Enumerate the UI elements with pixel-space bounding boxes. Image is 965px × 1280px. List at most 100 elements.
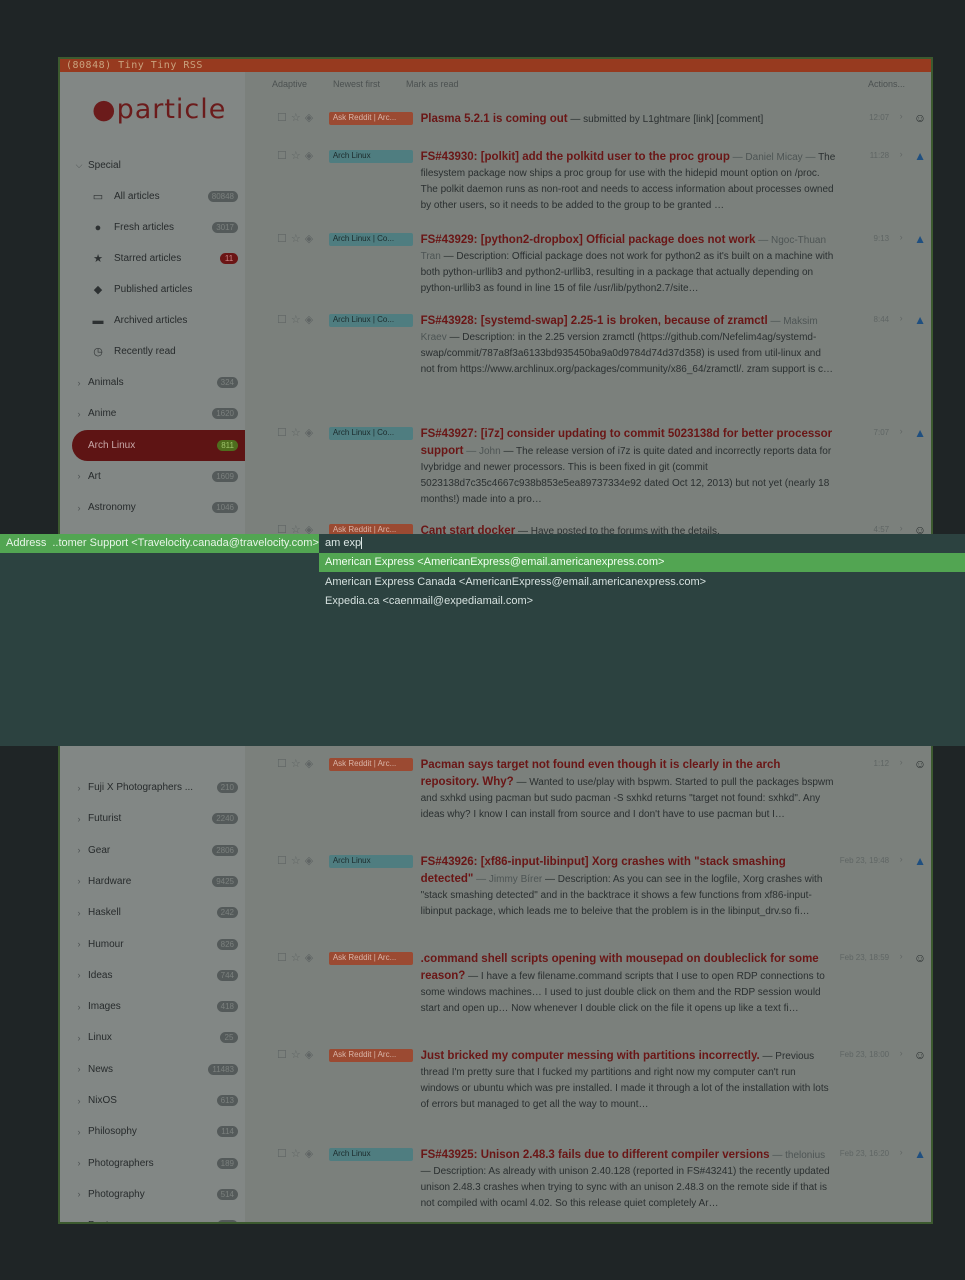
article-title[interactable]: Just bricked my computer messing with pa…	[421, 1050, 760, 1062]
tag-icon[interactable]: ◈	[305, 313, 313, 378]
special-item[interactable]: ◆ Published articles	[72, 274, 245, 305]
checkbox[interactable]: ☐	[277, 313, 287, 378]
feed-category[interactable]: › Futurist 2240	[72, 803, 245, 834]
special-item[interactable]: ▬ Archived articles	[72, 305, 245, 336]
feed-tag[interactable]: Arch Linux | Co...	[328, 314, 413, 327]
feed-tag[interactable]: Ask Reddit | Arc...	[328, 758, 413, 771]
feed-tag[interactable]: Arch Linux	[328, 1148, 413, 1161]
article-row[interactable]: ☐ ☆ ◈ Ask Reddit | Arc... .command shell scr…	[245, 951, 931, 1017]
article-title[interactable]: FS#43929: [python2-dropbox] Official pac…	[421, 234, 756, 246]
article-row[interactable]: ☐ ☆ ◈ Ask Reddit | Arc... Just bricked my co…	[245, 1048, 931, 1113]
article-row[interactable]: ☐ ☆ ◈ Arch Linux FS#43930: [polkit] add the …	[245, 149, 931, 214]
article-author: — Daniel Micay —	[732, 152, 816, 163]
article-row[interactable]: ☐ ☆ ◈ Arch Linux FS#43925: Unison 2.48.3 fai…	[245, 1147, 931, 1212]
feed-category[interactable]: › Photographers 189	[72, 1148, 245, 1179]
checkbox[interactable]: ☐	[277, 1048, 287, 1113]
star-icon[interactable]: ☆	[291, 149, 301, 214]
feed-label: Fuji X Photographers ...	[88, 782, 194, 793]
article-title[interactable]: FS#43930: [polkit] add the polkitd user …	[421, 151, 730, 163]
checkbox[interactable]: ☐	[277, 426, 287, 508]
checkbox[interactable]: ☐	[277, 149, 287, 214]
feed-category[interactable]: › Anime 1620	[72, 398, 245, 429]
chevron-right-icon: ›	[77, 907, 81, 918]
star-icon[interactable]: ☆	[291, 111, 301, 128]
feed-tag[interactable]: Arch Linux	[328, 150, 413, 163]
special-item[interactable]: ◷ Recently read	[72, 336, 245, 367]
feed-category[interactable]: ›Poetry269	[72, 1210, 245, 1222]
category-special[interactable]: ⌵ Special	[72, 150, 245, 181]
feed-category[interactable]: › Astronomy 1046	[72, 492, 245, 523]
tag-icon[interactable]: ◈	[305, 854, 313, 920]
star-icon[interactable]: ☆	[291, 757, 301, 823]
unread-count-badge: 9425	[212, 875, 238, 887]
tag-icon[interactable]: ◈	[305, 757, 313, 823]
address-suggestion[interactable]: American Express <AmericanExpress@email.…	[319, 553, 965, 572]
adaptive-toggle[interactable]: Adaptive	[272, 79, 307, 89]
article-row[interactable]: ☐ ☆ ◈ Arch Linux FS#43926: [xf86-input-libin…	[245, 854, 931, 920]
feed-tag[interactable]: Ask Reddit | Arc...	[328, 1049, 413, 1062]
article-row[interactable]: ☐ ☆ ◈ Ask Reddit | Arc... Pacman says target…	[245, 757, 931, 823]
star-icon[interactable]: ☆	[291, 426, 301, 508]
tag-icon[interactable]: ◈	[305, 1147, 313, 1212]
feed-category[interactable]: Arch Linux 811	[72, 429, 245, 461]
star-icon[interactable]: ☆	[291, 1048, 301, 1113]
star-icon[interactable]: ☆	[291, 951, 301, 1017]
address-suggestion[interactable]: American Express Canada <AmericanExpress…	[319, 573, 965, 592]
article-row[interactable]: ☐ ☆ ◈ Arch Linux | Co... FS#43929: [python2-…	[245, 232, 931, 297]
unread-count-badge: 114	[217, 1126, 238, 1138]
address-suggestion[interactable]: Expedia.ca <caenmail@expediamail.com>	[319, 592, 965, 611]
feed-category[interactable]: › Haskell 242	[72, 897, 245, 928]
star-icon[interactable]: ☆	[291, 854, 301, 920]
checkbox[interactable]: ☐	[277, 1147, 287, 1212]
article-title[interactable]: FS#43928: [systemd-swap] 2.25-1 is broke…	[421, 315, 768, 327]
star-icon[interactable]: ☆	[291, 1147, 301, 1212]
tag-icon[interactable]: ◈	[305, 1048, 313, 1113]
tag-icon[interactable]: ◈	[305, 111, 313, 128]
tag-icon[interactable]: ◈	[305, 951, 313, 1017]
checkbox[interactable]: ☐	[277, 951, 287, 1017]
chevron-right-icon: ›	[77, 1189, 81, 1200]
feed-tag[interactable]: Arch Linux | Co...	[328, 233, 413, 246]
article-row[interactable]: ☐ ☆ ◈ Ask Reddit | Arc... Plasma 5.2.1 is co…	[245, 111, 931, 128]
feed-category[interactable]: › Hardware 9425	[72, 866, 245, 897]
feed-category[interactable]: › Photography 514	[72, 1179, 245, 1210]
feed-category[interactable]: › Art 1609	[72, 461, 245, 492]
article-title[interactable]: FS#43925: Unison 2.48.3 fails due to dif…	[421, 1149, 770, 1161]
feed-category[interactable]: › Philosophy 114	[72, 1116, 245, 1147]
special-item[interactable]: ● Fresh articles 3017	[72, 212, 245, 243]
article-summary: Plasma 5.2.1 is coming out — submitted b…	[421, 111, 836, 128]
feed-category[interactable]: › Linux 25	[72, 1022, 245, 1053]
feed-category[interactable]: › Fuji X Photographers ... 210	[72, 772, 245, 803]
feed-category[interactable]: › News 11483	[72, 1054, 245, 1085]
tag-icon[interactable]: ◈	[305, 149, 313, 214]
tag-icon[interactable]: ◈	[305, 426, 313, 508]
feed-tag[interactable]: Ask Reddit | Arc...	[328, 952, 413, 965]
mark-read-button[interactable]: Mark as read	[406, 79, 459, 89]
feed-category[interactable]: › Gear 2806	[72, 835, 245, 866]
feed-tag[interactable]: Arch Linux	[328, 855, 413, 868]
actions-menu[interactable]: Actions...	[868, 79, 905, 89]
feed-category[interactable]: › Humour 826	[72, 929, 245, 960]
checkbox[interactable]: ☐	[277, 854, 287, 920]
article-title[interactable]: Plasma 5.2.1 is coming out	[421, 113, 568, 125]
feed-category[interactable]: › NixOS 613	[72, 1085, 245, 1116]
checkbox[interactable]: ☐	[277, 111, 287, 128]
feed-tag[interactable]: Arch Linux | Co...	[328, 427, 413, 440]
star-icon[interactable]: ☆	[291, 232, 301, 297]
app-logo: ●particle	[92, 94, 227, 125]
sort-selector[interactable]: Newest first	[333, 79, 380, 89]
feed-category[interactable]: › Ideas 744	[72, 960, 245, 991]
checkbox[interactable]: ☐	[277, 232, 287, 297]
tag-icon[interactable]: ◈	[305, 232, 313, 297]
feed-category[interactable]: › Images 418	[72, 991, 245, 1022]
address-input[interactable]: am exp	[319, 534, 965, 553]
article-row[interactable]: ☐ ☆ ◈ Arch Linux | Co... FS#43928: [systemd-…	[245, 313, 931, 378]
feed-tag[interactable]: Ask Reddit | Arc...	[328, 112, 413, 125]
special-item[interactable]: ▭ All articles 80848	[72, 181, 245, 212]
category-label: Special	[88, 160, 121, 171]
checkbox[interactable]: ☐	[277, 757, 287, 823]
article-row[interactable]: ☐ ☆ ◈ Arch Linux | Co... FS#43927: [i7z] con…	[245, 426, 931, 508]
feed-category[interactable]: › Animals 324	[72, 367, 245, 398]
star-icon[interactable]: ☆	[291, 313, 301, 378]
special-item[interactable]: ★ Starred articles 11	[72, 243, 245, 274]
